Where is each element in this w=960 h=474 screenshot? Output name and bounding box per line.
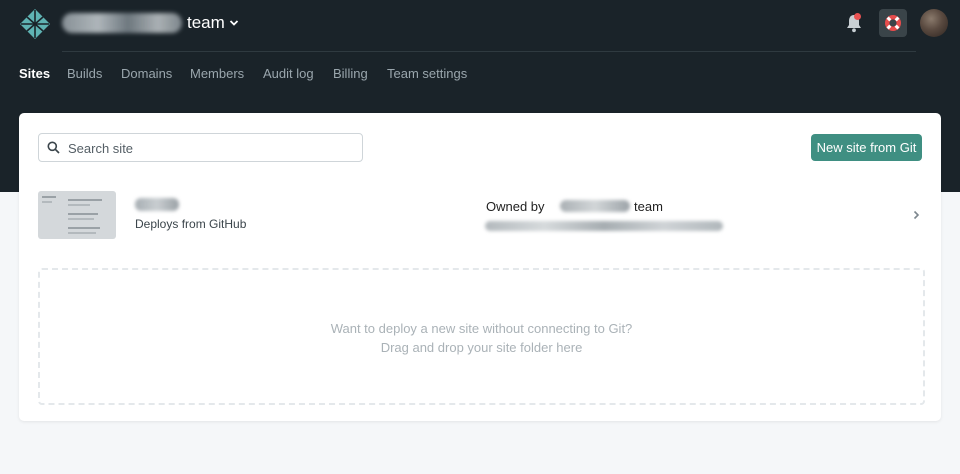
team-name-redacted[interactable] <box>62 13 182 33</box>
help-button[interactable] <box>879 9 907 37</box>
team-name-suffix[interactable]: team <box>187 13 225 33</box>
header-divider <box>62 51 916 52</box>
chevron-right-icon <box>913 210 920 220</box>
search-box <box>38 133 363 162</box>
site-url-redacted[interactable] <box>485 221 723 231</box>
owned-by-label: Owned by <box>486 199 545 214</box>
notification-badge <box>854 13 861 20</box>
lifebuoy-icon <box>885 15 901 31</box>
owner-name-redacted <box>560 200 630 212</box>
chevron-down-icon[interactable] <box>229 19 239 27</box>
dropzone-prompt: Want to deploy a new site without connec… <box>330 321 633 336</box>
header: team <box>0 0 960 50</box>
owner-team-label: team <box>634 199 663 214</box>
nav-item-billing[interactable]: Billing <box>333 66 368 81</box>
site-thumbnail <box>38 191 116 239</box>
dropzone-instruction: Drag and drop your site folder here <box>380 340 583 355</box>
sites-card: New site from Git Deploys from GitHub Ow… <box>19 113 941 421</box>
netlify-logo-icon[interactable] <box>18 7 52 41</box>
search-input[interactable] <box>66 137 355 159</box>
nav-item-members[interactable]: Members <box>190 66 244 81</box>
nav-item-team-settings[interactable]: Team settings <box>387 66 467 81</box>
nav-item-domains[interactable]: Domains <box>121 66 172 81</box>
new-site-from-git-button[interactable]: New site from Git <box>811 134 922 161</box>
nav-item-audit-log[interactable]: Audit log <box>263 66 314 81</box>
drag-drop-zone[interactable]: Want to deploy a new site without connec… <box>38 268 925 405</box>
avatar[interactable] <box>920 9 948 37</box>
search-icon <box>47 141 60 154</box>
site-name-redacted[interactable] <box>135 198 179 211</box>
nav-item-sites[interactable]: Sites <box>19 66 50 81</box>
site-list-item[interactable]: Deploys from GitHub Owned by team <box>19 185 941 245</box>
nav-item-builds[interactable]: Builds <box>67 66 102 81</box>
deploy-source: Deploys from GitHub <box>135 217 247 231</box>
